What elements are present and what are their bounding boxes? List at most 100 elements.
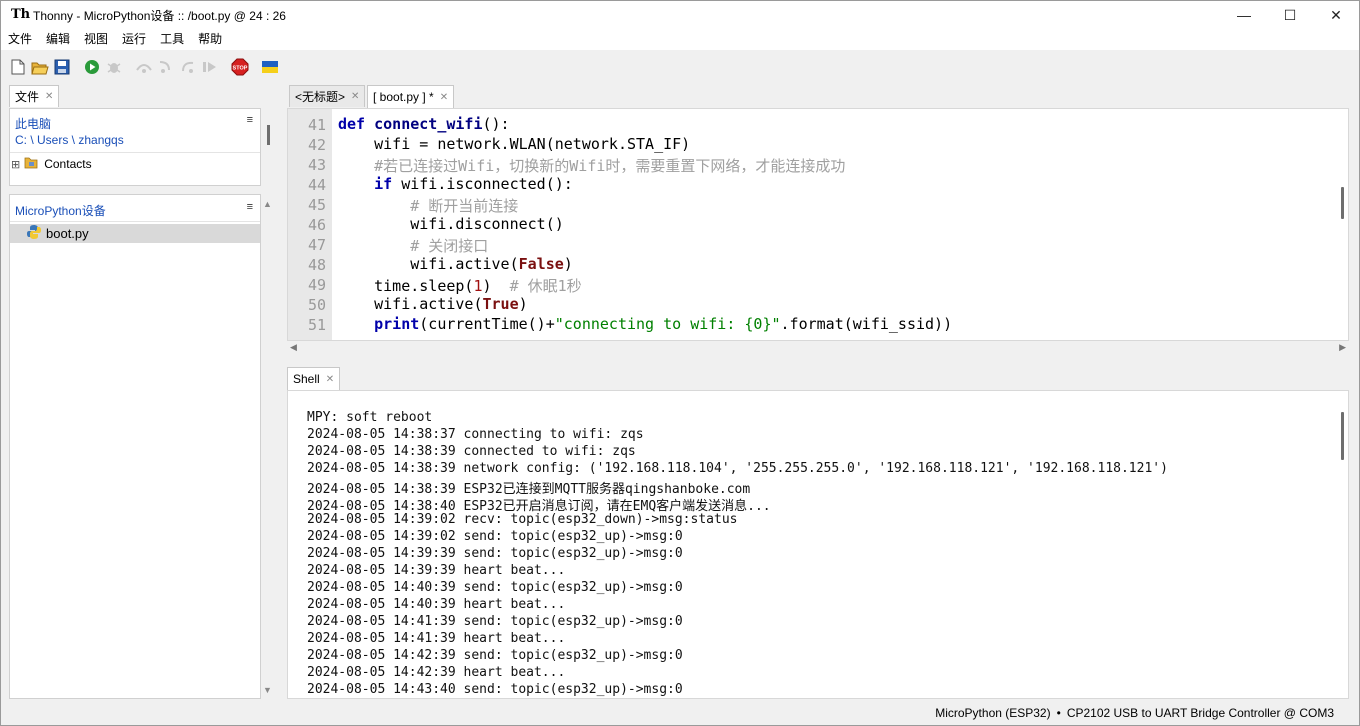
close-icon[interactable]: ✕ (326, 374, 334, 385)
open-file-icon[interactable] (31, 58, 49, 76)
port-status[interactable]: CP2102 USB to UART Bridge Controller @ C… (1067, 706, 1334, 720)
files-pane-menu-icon[interactable]: ≡ (247, 114, 253, 126)
status-separator: • (1056, 706, 1061, 720)
tab-files-label: 文件 (15, 90, 40, 104)
this-pc-link[interactable]: 此电脑 (15, 115, 51, 132)
thonny-window: Th Thonny - MicroPython设备 :: /boot.py @ … (0, 0, 1360, 726)
run-icon[interactable] (83, 58, 101, 76)
tab-untitled-label: <无标题> (295, 90, 346, 104)
shell-line: 2024-08-05 14:38:37 connecting to wifi: … (307, 427, 644, 442)
stop-icon[interactable]: STOP (231, 58, 249, 76)
toolbar: STOP (1, 50, 1359, 84)
resume-icon[interactable] (201, 58, 219, 76)
code-line[interactable]: wifi.active(True) (338, 295, 528, 313)
shell-line: 2024-08-05 14:39:39 heart beat... (307, 563, 566, 578)
editor-horizontal-scrollbar[interactable]: ◀ ▶ (287, 341, 1349, 357)
shell-line: 2024-08-05 14:41:39 send: topic(esp32_up… (307, 614, 683, 629)
code-line[interactable]: #若已连接过Wifi，切换新的Wifi时，需要重置下网络，才能连接成功 (338, 155, 845, 176)
shell-line: 2024-08-05 14:39:02 recv: topic(esp32_do… (307, 512, 738, 527)
shell-line: 2024-08-05 14:41:39 heart beat... (307, 631, 566, 646)
python-file-icon (26, 224, 42, 243)
tree-item-boot-py[interactable]: boot.py (10, 224, 260, 243)
step-into-icon[interactable] (157, 58, 175, 76)
scroll-up-icon[interactable]: ▲ (263, 199, 272, 209)
folder-icon (24, 156, 38, 172)
shell-line: 2024-08-05 14:38:39 network config: ('19… (307, 461, 1168, 476)
expand-icon[interactable]: ⊞ (11, 158, 20, 171)
shell-line: 2024-08-05 14:43:40 send: topic(esp32_up… (307, 682, 683, 697)
files-scroll-thumb[interactable] (267, 125, 270, 145)
code-line[interactable]: wifi.active(False) (338, 255, 573, 273)
line-number: 44 (307, 176, 326, 194)
micropython-device-pane: MicroPython设备 ≡ boot.py (9, 194, 261, 699)
shell-line: 2024-08-05 14:42:39 send: topic(esp32_up… (307, 648, 683, 663)
close-icon[interactable]: ✕ (440, 92, 448, 103)
line-number: 49 (307, 276, 326, 294)
tab-boot-py-label: [ boot.py ] * (373, 90, 434, 104)
tab-untitled[interactable]: <无标题> ✕ (289, 85, 366, 107)
scroll-down-icon[interactable]: ▼ (263, 685, 272, 695)
debug-icon[interactable] (105, 58, 123, 76)
shell-line: MPY: soft reboot (307, 410, 433, 425)
menu-file[interactable]: 文件 (1, 29, 39, 50)
code-line[interactable]: def connect_wifi(): (338, 115, 510, 133)
minimize-button[interactable]: — (1221, 1, 1267, 29)
menu-help[interactable]: 帮助 (191, 29, 229, 50)
line-number: 43 (307, 156, 326, 174)
code-line[interactable]: wifi = network.WLAN(network.STA_IF) (338, 135, 690, 153)
close-icon[interactable]: ✕ (351, 91, 359, 102)
shell-line: 2024-08-05 14:39:39 send: topic(esp32_up… (307, 546, 683, 561)
menu-bar: 文件 编辑 视图 运行 工具 帮助 (1, 29, 1359, 50)
title-bar: Th Thonny - MicroPython设备 :: /boot.py @ … (1, 1, 1359, 29)
current-path[interactable]: C: \ Users \ zhangqs (15, 133, 124, 147)
line-number-gutter: 41 42 43 44 45 46 47 48 49 50 51 (288, 109, 332, 340)
code-line[interactable]: if wifi.isconnected(): (338, 175, 573, 193)
shell-output[interactable]: MPY: soft reboot 2024-08-05 14:38:37 conn… (287, 390, 1349, 699)
editor-scroll-thumb[interactable] (1341, 187, 1344, 219)
shell-line: 2024-08-05 14:40:39 send: topic(esp32_up… (307, 580, 683, 595)
code-line[interactable]: # 关闭接口 (338, 235, 488, 256)
maximize-button[interactable]: ☐ (1267, 1, 1313, 29)
step-over-icon[interactable] (135, 58, 153, 76)
files-pane: 此电脑 ≡ C: \ Users \ zhangqs ⊞ Contacts (9, 108, 261, 186)
line-number: 46 (307, 216, 326, 234)
stop-icon-label: STOP (233, 66, 248, 72)
shell-scroll-thumb[interactable] (1341, 412, 1344, 460)
thonny-app-icon: Th (11, 7, 31, 22)
tab-shell[interactable]: Shell ✕ (287, 367, 341, 390)
shell-line: 2024-08-05 14:40:39 heart beat... (307, 597, 566, 612)
scroll-right-icon[interactable]: ▶ (1339, 342, 1346, 353)
line-number: 42 (307, 136, 326, 154)
code-editor[interactable]: 41 42 43 44 45 46 47 48 49 50 51 def con… (287, 108, 1349, 341)
interpreter-status[interactable]: MicroPython (ESP32) (935, 706, 1050, 720)
menu-run[interactable]: 运行 (115, 29, 153, 50)
scroll-left-icon[interactable]: ◀ (290, 342, 297, 353)
menu-tools[interactable]: 工具 (153, 29, 191, 50)
tab-files[interactable]: 文件 ✕ (9, 85, 60, 107)
code-line[interactable]: print(currentTime()+"connecting to wifi:… (338, 315, 952, 333)
shell-line: 2024-08-05 14:39:02 send: topic(esp32_up… (307, 529, 683, 544)
close-button[interactable]: ✕ (1313, 1, 1359, 29)
tree-item-contacts[interactable]: ⊞ Contacts (10, 155, 260, 173)
window-controls: — ☐ ✕ (1221, 1, 1359, 29)
code-line[interactable]: wifi.disconnect() (338, 215, 564, 233)
tab-boot-py[interactable]: [ boot.py ] * ✕ (367, 85, 455, 108)
line-number: 41 (307, 116, 326, 134)
shell-line: 2024-08-05 14:38:39 connected to wifi: z… (307, 444, 636, 459)
tab-shell-label: Shell (293, 372, 320, 386)
close-icon[interactable]: ✕ (45, 91, 53, 102)
tree-item-label: boot.py (46, 226, 89, 241)
code-line[interactable]: time.sleep(1) # 休眠1秒 (338, 275, 582, 296)
menu-edit[interactable]: 编辑 (39, 29, 77, 50)
device-header[interactable]: MicroPython设备 (15, 202, 106, 219)
ukraine-flag-icon[interactable] (261, 58, 279, 76)
line-number: 50 (307, 296, 326, 314)
line-number: 51 (307, 316, 326, 334)
new-file-icon[interactable] (9, 58, 27, 76)
save-icon[interactable] (53, 58, 71, 76)
code-line[interactable]: # 断开当前连接 (338, 195, 518, 216)
menu-view[interactable]: 视图 (77, 29, 115, 50)
step-out-icon[interactable] (179, 58, 197, 76)
status-bar: MicroPython (ESP32) • CP2102 USB to UART… (1, 701, 1359, 725)
device-pane-menu-icon[interactable]: ≡ (247, 201, 253, 213)
